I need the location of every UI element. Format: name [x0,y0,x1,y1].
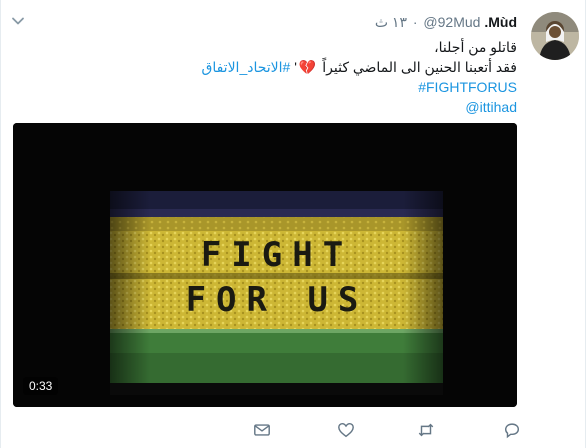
avatar[interactable] [531,12,579,60]
header-separator: · [412,14,418,30]
hashtag-ittihad-ettifaq[interactable]: #الاتحاد_الاتفاق [201,59,290,75]
broken-heart-emoji: 💔 [298,59,317,75]
tweet-line-4: @ittihad [161,97,517,117]
display-name[interactable]: Mùd. [484,14,517,30]
timestamp[interactable]: ١٣ ث [375,14,407,30]
mail-icon[interactable] [253,421,273,441]
tweet-actions [253,421,523,441]
tweet-line-2: فقد أتعبنا الحنين الى الماضي كثيراً 💔' #… [161,57,517,77]
tweet-card: Mùd. @92Mud · ١٣ ث قاتلو من أجلنا، فقد أ… [0,0,586,448]
tweet-header: Mùd. @92Mud · ١٣ ث [291,13,517,31]
video-frame: FIGHT FOR US [13,123,517,407]
tweet-quote-mark: ' [294,59,297,75]
hashtag-fightforus[interactable]: #FIGHTFORUS [418,79,517,95]
tweet-line-3: #FIGHTFORUS [161,77,517,97]
retweet-icon[interactable] [417,421,437,441]
banner-text-fight: FIGHT [201,235,353,275]
tweet-line-1: قاتلو من أجلنا، [434,39,517,55]
mention-ittihad[interactable]: @ittihad [465,99,517,115]
banner-text-for-us: FOR US [186,280,369,320]
video-duration: 0:33 [23,377,59,395]
username[interactable]: @92Mud [423,14,480,30]
chevron-down-icon[interactable] [11,14,25,28]
tweet-text: قاتلو من أجلنا، فقد أتعبنا الحنين الى ال… [161,37,517,117]
video-player[interactable]: FIGHT FOR US 0:33 [13,123,517,407]
tweet-line-2-text: فقد أتعبنا الحنين الى الماضي كثيراً [322,59,517,75]
reply-icon[interactable] [503,421,523,441]
heart-icon[interactable] [337,421,357,441]
